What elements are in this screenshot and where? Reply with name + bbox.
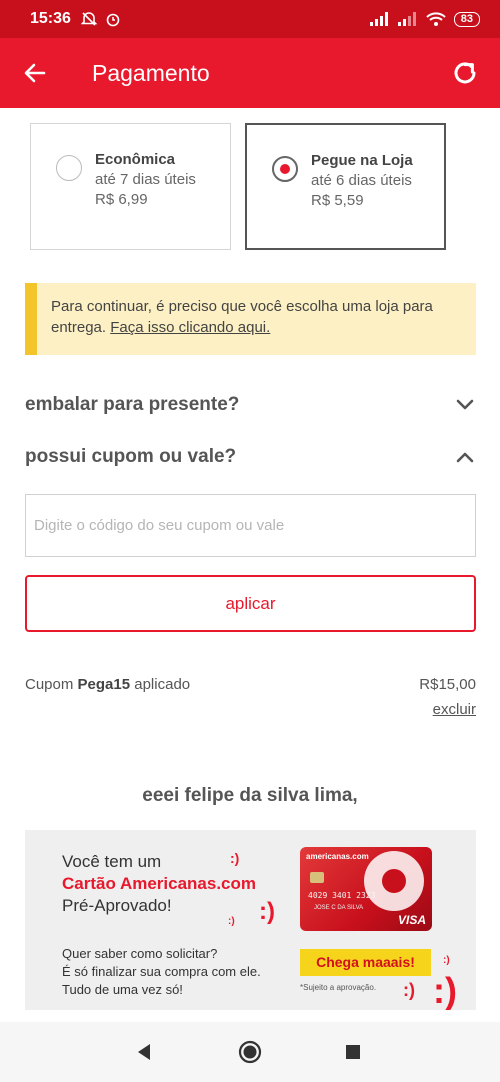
- coupon-value: R$15,00: [419, 676, 476, 693]
- card-logo-icon: [364, 851, 424, 911]
- choose-store-link[interactable]: Faça isso clicando aqui.: [110, 319, 270, 336]
- shipping-price: R$ 5,59: [311, 192, 364, 209]
- shipping-option-economica[interactable]: Econômica até 7 dias úteis R$ 6,99: [30, 123, 231, 250]
- system-nav-bar: [0, 1022, 500, 1082]
- chevron-up-icon: [456, 452, 474, 463]
- battery-indicator: 83: [453, 11, 480, 27]
- card-number: 4029 3401 2323: [308, 891, 376, 900]
- apply-coupon-button[interactable]: aplicar: [25, 575, 476, 632]
- coupon-title: possui cupom ou vale?: [25, 446, 237, 467]
- signal-2-icon: [397, 12, 416, 26]
- smile-decoration-icon: :): [228, 916, 235, 927]
- promo-line-1: Você tem um: [62, 852, 162, 871]
- nav-home-icon: [238, 1040, 262, 1064]
- card-network: VISA: [397, 913, 426, 927]
- signal-icon: [369, 12, 388, 26]
- gift-wrap-title: embalar para presente?: [25, 394, 240, 415]
- refresh-button[interactable]: [430, 38, 500, 108]
- coupon-toggle[interactable]: possui cupom ou vale?: [25, 437, 476, 477]
- promo-cta-button[interactable]: Chega maaais!: [300, 949, 431, 976]
- smile-decoration-icon: :): [403, 980, 415, 1000]
- card-brand: americanas.com: [306, 852, 369, 861]
- nav-recents-button[interactable]: [323, 1022, 383, 1082]
- greeting-text: eeei felipe da silva lima,: [142, 785, 358, 806]
- promo-sub-3: Tudo de uma vez só!: [62, 982, 183, 997]
- refresh-icon: [454, 62, 476, 84]
- page-title: Pagamento: [92, 59, 210, 86]
- arrow-left-icon: [24, 63, 46, 83]
- status-time: 15:36: [30, 10, 71, 27]
- status-bar: 15:36 83: [0, 0, 500, 38]
- mute-icon: [80, 12, 97, 26]
- back-button[interactable]: [0, 38, 70, 108]
- chevron-down-icon: [456, 399, 474, 410]
- nav-back-button[interactable]: [114, 1022, 174, 1082]
- card-chip-icon: [310, 872, 324, 883]
- shipping-price: R$ 6,99: [95, 191, 148, 208]
- credit-card-image: americanas.com 4029 3401 2323 JOSE C DA …: [300, 847, 432, 931]
- promo-disclaimer: *Sujeito a aprovação.: [300, 983, 377, 992]
- credit-card-promo-banner[interactable]: Você tem um Cartão Americanas.com Pré-Ap…: [25, 830, 476, 1010]
- radio-economica[interactable]: [56, 155, 82, 181]
- coupon-input[interactable]: [25, 494, 476, 557]
- remove-coupon-link[interactable]: excluir: [433, 701, 476, 718]
- coupon-code: Pega15: [77, 676, 131, 693]
- coupon-applied-text: Cupom Pega15 aplicado: [25, 676, 191, 693]
- store-selection-alert: Para continuar, é preciso que você escol…: [25, 283, 476, 355]
- radio-pegue-na-loja[interactable]: [272, 156, 298, 182]
- shipping-delivery: até 7 dias úteis: [95, 171, 196, 188]
- shipping-name: Pegue na Loja: [311, 152, 413, 169]
- promo-sub-1: Quer saber como solicitar?: [62, 946, 218, 961]
- wifi-icon: [426, 11, 446, 26]
- smile-decoration-icon: :): [230, 850, 240, 866]
- alarm-icon: [106, 13, 120, 27]
- promo-sub-2: É só finalizar sua compra com ele.: [62, 964, 261, 979]
- smile-decoration-icon: :): [433, 970, 457, 1010]
- gift-wrap-toggle[interactable]: embalar para presente?: [25, 385, 476, 425]
- shipping-option-pegue-na-loja[interactable]: Pegue na Loja até 6 dias úteis R$ 5,59: [245, 123, 446, 250]
- shipping-delivery: até 6 dias úteis: [311, 172, 412, 189]
- nav-home-button[interactable]: [220, 1022, 280, 1082]
- app-bar: Pagamento: [0, 38, 500, 108]
- nav-recents-icon: [346, 1045, 360, 1059]
- nav-back-icon: [138, 1044, 150, 1060]
- smile-decoration-icon: :): [443, 955, 450, 966]
- promo-line-3: Pré-Aprovado!: [62, 896, 172, 915]
- promo-line-2: Cartão Americanas.com: [62, 874, 257, 893]
- shipping-name: Econômica: [95, 151, 176, 168]
- smile-decoration-icon: :): [259, 898, 275, 925]
- card-holder: JOSE C DA SILVA: [314, 905, 364, 911]
